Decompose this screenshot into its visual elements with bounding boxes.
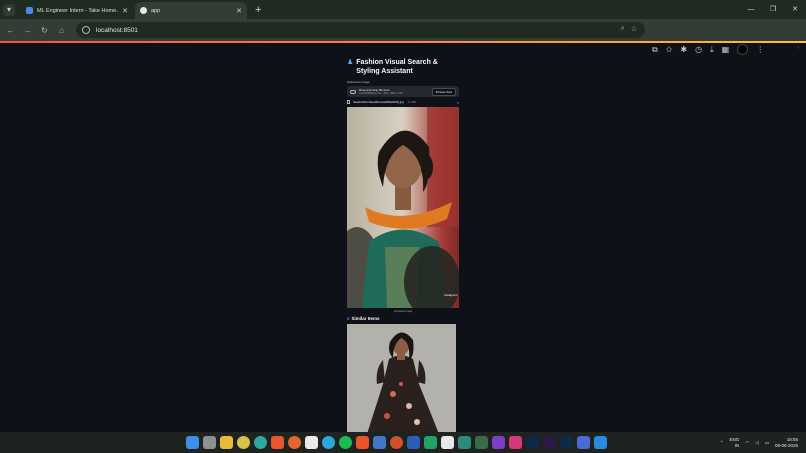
system-tray: ⌃ ENG IN ◠ ◁ ▭ 18:55 08-06-2025: [720, 432, 798, 453]
restore-button[interactable]: ❐: [762, 0, 784, 19]
svg-text:Instagram: Instagram: [444, 293, 458, 297]
streamlit-decoration-bar: [0, 41, 806, 43]
dropzone-limit: Limit 200MB per file • JPG, JPEG, PNG: [359, 92, 403, 95]
teams-icon[interactable]: [577, 436, 590, 449]
profile-avatar[interactable]: [737, 44, 749, 55]
sheets-icon[interactable]: [458, 436, 471, 449]
similar-items-text: Similar Items: [351, 316, 380, 321]
start-icon[interactable]: [186, 436, 199, 449]
uploaded-image: Instagram: [347, 107, 459, 308]
url-text: localhost:8501: [96, 26, 138, 34]
bookmarks-icon[interactable]: ✩: [666, 45, 673, 54]
photoshop-icon[interactable]: [526, 436, 539, 449]
firefox-icon[interactable]: [288, 436, 301, 449]
app-main-column: ♟ Fashion Visual Search & Styling Assist…: [347, 58, 459, 434]
file-dropzone[interactable]: Drag and drop file here Limit 200MB per …: [347, 86, 459, 97]
uploaded-file-name: Sarah23ArchanaSrinivas8RHRR4j.jpg: [353, 100, 404, 104]
instagram-icon[interactable]: [509, 436, 522, 449]
back-icon[interactable]: ←: [2, 26, 19, 35]
notepad-icon[interactable]: [441, 436, 454, 449]
volume-icon[interactable]: ◁: [755, 440, 758, 446]
taskbar-apps: [186, 436, 607, 449]
upload-label: Upload an image: [347, 80, 370, 84]
language-code: ENG: [729, 436, 740, 442]
similar-items-heading: ⌕ Similar Items: [347, 316, 380, 321]
browse-files-button[interactable]: Browse files: [431, 87, 456, 96]
person-icon: ♟: [347, 59, 354, 66]
battery-icon[interactable]: ▭: [765, 440, 769, 446]
docs-favicon-icon: [26, 7, 33, 14]
wifi-icon[interactable]: ◠: [745, 440, 749, 446]
extensions-icon[interactable]: ⧉: [652, 45, 658, 55]
excel-icon[interactable]: [424, 436, 437, 449]
word-icon[interactable]: [407, 436, 420, 449]
new-tab-button[interactable]: +: [255, 4, 261, 16]
tab-title: app: [151, 7, 161, 14]
browser-toolbar: ← → ↻ ⌂ localhost:8501 ⌕ ☆ ⧉ ✩ ✱ ◷ ⤓ ▦ ⋮: [0, 19, 806, 55]
file-icon: [347, 100, 350, 104]
powerpoint-icon[interactable]: [390, 436, 403, 449]
uploaded-file-row: Sarah23ArchanaSrinivas8RHRR4j.jpg 71.4KB…: [347, 99, 459, 105]
premiere-icon[interactable]: [543, 436, 556, 449]
page-title: ♟ Fashion Visual Search & Styling Assist…: [347, 58, 459, 76]
python-icon[interactable]: [475, 436, 488, 449]
zoom-search-icon[interactable]: ⌕: [621, 25, 625, 33]
window-controls: — ❐ ✕: [740, 0, 806, 19]
minimize-button[interactable]: —: [740, 0, 762, 19]
edge-icon[interactable]: [254, 436, 267, 449]
dropzone-text: Drag and drop file here Limit 200MB per …: [359, 88, 429, 95]
upload-cloud-icon: [350, 89, 356, 94]
language-indicator[interactable]: ENG IN: [730, 437, 740, 449]
clock[interactable]: 18:55 08-06-2025: [775, 437, 798, 449]
forward-icon[interactable]: →: [19, 26, 36, 35]
image-caption: Uploaded Image: [393, 310, 413, 313]
reload-icon[interactable]: ↻: [36, 26, 53, 35]
download-icon[interactable]: ⤓: [710, 45, 714, 55]
browser-tab-strip: ▾ ML Engineer Intern - Take Home A ✕ app…: [0, 0, 806, 19]
page-title-text: Fashion Visual Search & Styling Assistan…: [356, 59, 438, 75]
file-explorer-icon[interactable]: [220, 436, 233, 449]
streamlit-favicon-icon: [140, 7, 147, 14]
similar-item-image: [347, 324, 456, 434]
toolbar-actions: ⧉ ✩ ✱ ◷ ⤓ ▦ ⋮: [652, 41, 764, 58]
lightroom-icon[interactable]: [560, 436, 573, 449]
home-icon[interactable]: ⌂: [53, 26, 70, 35]
vscode-icon[interactable]: [594, 436, 607, 449]
tab-app[interactable]: app ✕: [135, 2, 247, 19]
site-info-icon[interactable]: [82, 26, 90, 34]
bookmark-star-icon[interactable]: ☆: [631, 25, 637, 33]
tab-search-button[interactable]: ▾: [3, 3, 15, 16]
remove-file-button[interactable]: ×: [457, 100, 459, 105]
tab-title: ML Engineer Intern - Take Home A: [37, 7, 119, 14]
word-doc-icon[interactable]: [373, 436, 386, 449]
windows-taskbar: ⌃ ENG IN ◠ ◁ ▭ 18:55 08-06-2025: [0, 432, 806, 453]
uploaded-file-size: 71.4KB: [407, 100, 416, 104]
close-tab-icon[interactable]: ✕: [236, 7, 242, 15]
brave-icon[interactable]: [271, 436, 284, 449]
app-menu-icon[interactable]: ⋮: [796, 45, 800, 50]
onenote-icon[interactable]: [492, 436, 505, 449]
clock-date: 08-06-2025: [774, 442, 798, 448]
telegram-icon[interactable]: [322, 436, 335, 449]
chrome-icon[interactable]: [237, 436, 250, 449]
chevron-up-icon[interactable]: ⌃: [720, 440, 724, 446]
language-region: IN: [734, 442, 740, 448]
magnifier-icon: ⌕: [347, 316, 350, 321]
tab-ml-engineer[interactable]: ML Engineer Intern - Take Home A ✕: [21, 2, 133, 19]
clock-time: 18:55: [786, 436, 798, 442]
apps-icon[interactable]: ▦: [722, 45, 730, 54]
history-icon[interactable]: ◷: [695, 45, 702, 54]
brave-browser-icon[interactable]: [356, 436, 369, 449]
close-window-button[interactable]: ✕: [784, 0, 806, 19]
address-bar[interactable]: localhost:8501 ⌕ ☆: [76, 22, 645, 38]
close-tab-icon[interactable]: ✕: [122, 7, 128, 15]
task-view-icon[interactable]: [203, 436, 216, 449]
chrome-menu-icon[interactable]: ⋮: [756, 45, 764, 54]
spotify-icon[interactable]: [339, 436, 352, 449]
extension-puzzle-icon[interactable]: ✱: [680, 45, 687, 54]
store-icon[interactable]: [305, 436, 318, 449]
